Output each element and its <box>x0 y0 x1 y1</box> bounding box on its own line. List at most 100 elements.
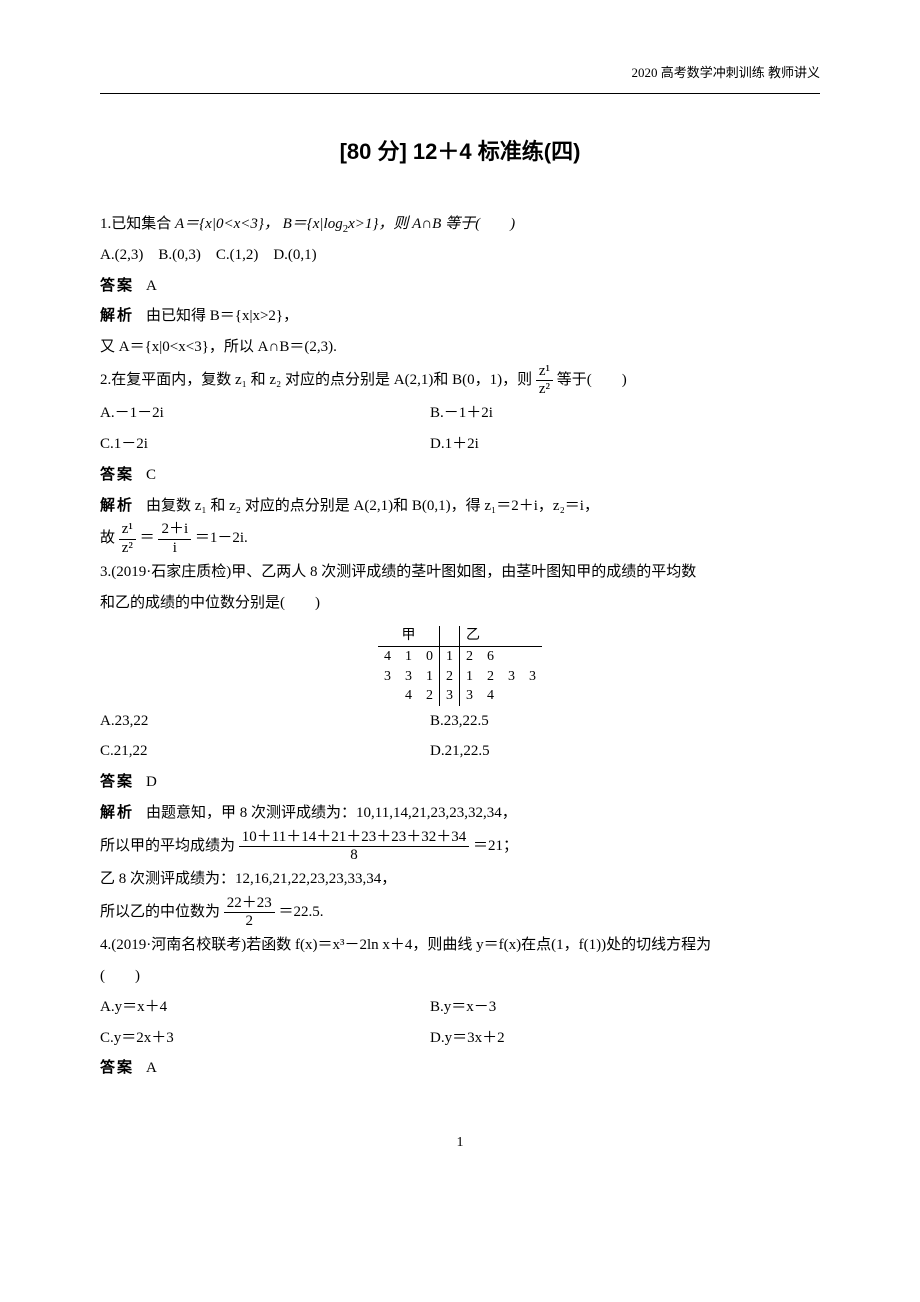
answer-label: 答案 <box>100 278 134 294</box>
q3-options-row2: C.21,22 D.21,22.5 <box>100 736 820 767</box>
q1-stem: 1.已知集合 A＝{x|0<x<3}， B＝{x|log2x>1}，则 A∩B … <box>100 209 820 240</box>
leaf-left: 4 2 <box>378 686 440 706</box>
answer-label: 答案 <box>100 774 134 790</box>
q2-exp2-pre: 故 <box>100 531 115 547</box>
hdr-right: 乙 <box>460 626 543 646</box>
q4-optC: C.y＝2x＋3 <box>100 1023 430 1054</box>
stem-leaf-plot: 甲 乙 4 1 0 1 2 6 3 3 1 2 1 2 3 3 4 2 3 3 … <box>378 626 542 705</box>
q2-options-row2: C.1－2i D.1＋2i <box>100 429 820 460</box>
q4-optB: B.y＝x－3 <box>430 992 820 1023</box>
q4-options-row1: A.y＝x＋4 B.y＝x－3 <box>100 992 820 1023</box>
q3-answer-value: D <box>146 774 157 790</box>
explain-label: 解析 <box>100 308 134 324</box>
q2-exp2-tail: ＝1－2i. <box>195 531 248 547</box>
frac-num: z¹ <box>119 521 136 539</box>
header-rule <box>100 93 820 94</box>
q1-explain-2: 又 A＝{x|0<x<3}，所以 A∩B＝(2,3). <box>100 332 820 363</box>
leaf-right: 1 2 3 3 <box>460 667 543 687</box>
q1-explain-1: 解析由已知得 B＝{x|x>2}， <box>100 301 820 332</box>
q2-exp-frac2: 2＋i i <box>158 521 191 557</box>
q2-exp-frac1: z¹ z² <box>119 521 136 557</box>
q3-explain-1: 解析由题意知，甲 8 次测评成绩为：10,11,14,21,23,23,32,3… <box>100 798 820 829</box>
q2-frac-den: z² <box>536 381 553 398</box>
q3-exp1: 由题意知，甲 8 次测评成绩为：10,11,14,21,23,23,32,34， <box>146 805 517 821</box>
leaf-right: 3 4 <box>460 686 543 706</box>
stem-val: 2 <box>440 667 460 687</box>
q1-answer: 答案 A <box>100 271 820 302</box>
doc-header: 2020 高考数学冲刺训练 教师讲义 <box>100 60 820 87</box>
q1-setA: A＝{x|0<x<3}， <box>175 216 279 232</box>
stem-val: 1 <box>440 646 460 666</box>
leaf-left: 3 3 1 <box>378 667 440 687</box>
q1-setB-tail: x>1}，则 A∩B 等于( ) <box>348 216 515 232</box>
q2-optC: C.1－2i <box>100 429 430 460</box>
q3-explain-3: 乙 8 次测评成绩为：12,16,21,22,23,23,33,34， <box>100 864 820 895</box>
hdr-stem <box>440 626 460 646</box>
q4-options-row2: C.y＝2x＋3 D.y＝3x＋2 <box>100 1023 820 1054</box>
answer-label: 答案 <box>100 1060 134 1076</box>
q2-optD: D.1＋2i <box>430 429 820 460</box>
stemleaf-header: 甲 乙 <box>378 626 542 646</box>
q3-optA: A.23,22 <box>100 706 430 737</box>
q1-text: 1.已知集合 <box>100 216 175 232</box>
page-number: 1 <box>100 1129 820 1158</box>
q2-stem: 2.在复平面内，复数 z₁ 和 z₂ 对应的点分别是 A(2,1)和 B(0，1… <box>100 363 820 399</box>
q2-options-row1: A.－1－2i B.－1＋2i <box>100 398 820 429</box>
stemleaf-row: 4 2 3 3 4 <box>378 686 542 706</box>
leaf-right: 2 6 <box>460 646 543 666</box>
q3-stem-2: 和乙的成绩的中位数分别是( ) <box>100 588 820 619</box>
title: [80 分] 12＋4 标准练(四) <box>100 129 820 174</box>
q3-optC: C.21,22 <box>100 736 430 767</box>
q1-options: A.(2,3) B.(0,3) C.(1,2) D.(0,1) <box>100 240 820 271</box>
frac-num: 2＋i <box>158 521 191 539</box>
q3-optB: B.23,22.5 <box>430 706 820 737</box>
q2-frac-num: z¹ <box>536 363 553 381</box>
q3-explain-4: 所以乙的中位数为 22＋23 2 ＝22.5. <box>100 895 820 931</box>
q2-optA: A.－1－2i <box>100 398 430 429</box>
stemleaf-row: 4 1 0 1 2 6 <box>378 646 542 666</box>
q4-stem: 4.(2019·河南名校联考)若函数 f(x)＝x³－2ln x＋4，则曲线 y… <box>100 930 820 961</box>
q3-optD: D.21,22.5 <box>430 736 820 767</box>
q3-median-frac: 22＋23 2 <box>224 895 275 931</box>
q3-answer: 答案 D <box>100 767 820 798</box>
q1-exp1: 由已知得 B＝{x|x>2}， <box>146 308 298 324</box>
q3-exp4-pre: 所以乙的中位数为 <box>100 904 220 920</box>
q4-optD: D.y＝3x＋2 <box>430 1023 820 1054</box>
explain-label: 解析 <box>100 498 134 514</box>
stemleaf-row: 3 3 1 2 1 2 3 3 <box>378 667 542 687</box>
frac-num: 10＋11＋14＋21＋23＋23＋32＋34 <box>239 829 469 847</box>
frac-den: 2 <box>224 913 275 930</box>
q4-answer-value: A <box>146 1060 157 1076</box>
q2-explain-1: 解析由复数 z₁ 和 z₂ 对应的点分别是 A(2,1)和 B(0,1)，得 z… <box>100 491 820 522</box>
leaf-left: 4 1 0 <box>378 646 440 666</box>
q4-answer: 答案 A <box>100 1053 820 1084</box>
q2-answer: 答案 C <box>100 460 820 491</box>
q1-answer-value: A <box>146 278 157 294</box>
q1-setB-a: B＝{x|log <box>283 216 343 232</box>
answer-label: 答案 <box>100 467 134 483</box>
hdr-left: 甲 <box>378 626 440 646</box>
frac-num: 22＋23 <box>224 895 275 913</box>
stem-val: 3 <box>440 686 460 706</box>
frac-den: i <box>158 540 191 557</box>
q2-exp1: 由复数 z₁ 和 z₂ 对应的点分别是 A(2,1)和 B(0,1)，得 z₁＝… <box>146 498 599 514</box>
explain-label: 解析 <box>100 805 134 821</box>
frac-den: 8 <box>239 847 469 864</box>
q2-explain-2: 故 z¹ z² ＝ 2＋i i ＝1－2i. <box>100 521 820 557</box>
q3-exp2-pre: 所以甲的平均成绩为 <box>100 838 235 854</box>
q3-explain-2: 所以甲的平均成绩为 10＋11＋14＋21＋23＋23＋32＋34 8 ＝21； <box>100 829 820 865</box>
q4-paren: ( ) <box>100 961 820 992</box>
eq: ＝ <box>140 531 155 547</box>
frac-den: z² <box>119 540 136 557</box>
q2-answer-value: C <box>146 467 156 483</box>
q3-avg-frac: 10＋11＋14＋21＋23＋23＋32＋34 8 <box>239 829 469 865</box>
q2-text: 2.在复平面内，复数 z₁ 和 z₂ 对应的点分别是 A(2,1)和 B(0，1… <box>100 372 532 388</box>
q2-tail: 等于( ) <box>557 372 627 388</box>
page-content: 2020 高考数学冲刺训练 教师讲义 [80 分] 12＋4 标准练(四) 1.… <box>0 0 920 1218</box>
q2-optB: B.－1＋2i <box>430 398 820 429</box>
q3-exp4-tail: ＝22.5. <box>279 904 324 920</box>
q3-exp2-tail: ＝21； <box>473 838 518 854</box>
q2-frac: z¹ z² <box>536 363 553 399</box>
q3-options-row1: A.23,22 B.23,22.5 <box>100 706 820 737</box>
q3-stem-1: 3.(2019·石家庄质检)甲、乙两人 8 次测评成绩的茎叶图如图，由茎叶图知甲… <box>100 557 820 588</box>
